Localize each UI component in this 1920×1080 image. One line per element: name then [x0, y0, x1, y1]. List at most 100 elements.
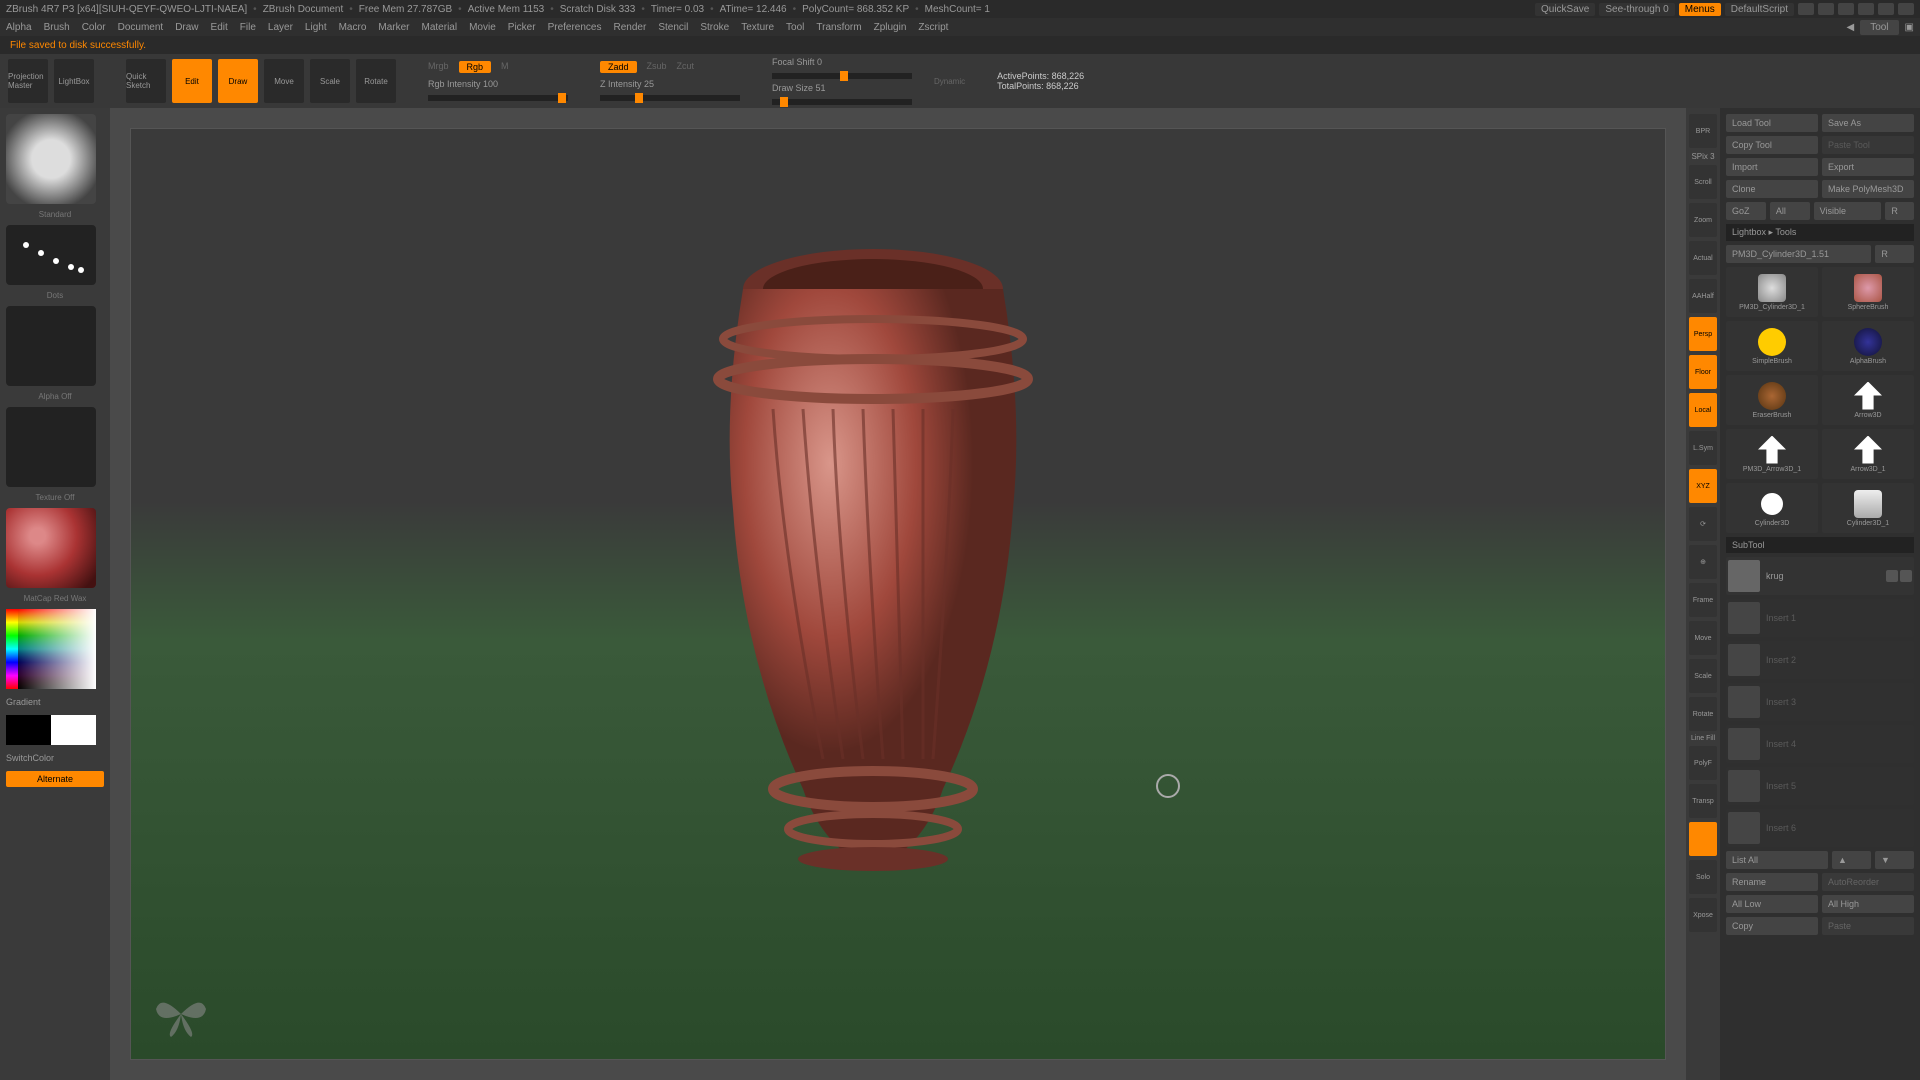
mrgb-toggle[interactable]: Mrgb: [428, 61, 449, 73]
tool-item-cylinder[interactable]: PM3D_Cylinder3D_1: [1726, 267, 1818, 317]
brush-preview[interactable]: [6, 114, 96, 204]
make-polymesh-button[interactable]: Make PolyMesh3D: [1822, 180, 1914, 198]
lsym-button[interactable]: L.Sym: [1689, 431, 1717, 465]
zsub-toggle[interactable]: Zsub: [647, 61, 667, 73]
nav-arrow-button[interactable]: ⟳: [1689, 507, 1717, 541]
scale-view-button[interactable]: Scale: [1689, 659, 1717, 693]
menu-movie[interactable]: Movie: [469, 22, 496, 33]
menu-tool[interactable]: Tool: [786, 22, 804, 33]
close-button[interactable]: [1898, 3, 1914, 15]
subtool-item-krug[interactable]: krug: [1726, 557, 1914, 595]
copy-tool-button[interactable]: Copy Tool: [1726, 136, 1818, 154]
lightbox-tools-header[interactable]: Lightbox ▸ Tools: [1726, 224, 1914, 241]
menu-stroke[interactable]: Stroke: [700, 22, 729, 33]
xyz-button[interactable]: XYZ: [1689, 469, 1717, 503]
move-view-button[interactable]: Move: [1689, 621, 1717, 655]
color-picker[interactable]: [6, 609, 96, 689]
all-low-button[interactable]: All Low: [1726, 895, 1818, 913]
rename-button[interactable]: Rename: [1726, 873, 1818, 891]
tool-item-pm3d-arrow[interactable]: PM3D_Arrow3D_1: [1726, 429, 1818, 479]
subtool-item-2[interactable]: Insert 2: [1726, 641, 1914, 679]
local-button[interactable]: Local: [1689, 393, 1717, 427]
subtool-item-6[interactable]: Insert 6: [1726, 809, 1914, 847]
subtool-item-3[interactable]: Insert 3: [1726, 683, 1914, 721]
tool-item-cylinder3d[interactable]: Cylinder3D: [1726, 483, 1818, 533]
persp-button[interactable]: Persp: [1689, 317, 1717, 351]
frame-button[interactable]: Frame: [1689, 583, 1717, 617]
lightbox-button[interactable]: LightBox: [54, 59, 94, 103]
transp-button[interactable]: Transp: [1689, 784, 1717, 818]
color-swatches[interactable]: [6, 715, 96, 745]
menu-layer[interactable]: Layer: [268, 22, 293, 33]
focal-shift-slider[interactable]: [772, 73, 912, 79]
nav-button-2[interactable]: ⊕: [1689, 545, 1717, 579]
export-button[interactable]: Export: [1822, 158, 1914, 176]
goz-visible-button[interactable]: Visible: [1814, 202, 1882, 220]
edit-mode-button[interactable]: Edit: [172, 59, 212, 103]
dynamesh-button[interactable]: [1689, 822, 1717, 856]
bpr-button[interactable]: BPR: [1689, 114, 1717, 148]
tool-r-button[interactable]: R: [1875, 245, 1914, 263]
subtool-header[interactable]: SubTool: [1726, 537, 1914, 553]
autoreorder-button[interactable]: AutoReorder: [1822, 873, 1914, 891]
menu-stencil[interactable]: Stencil: [658, 22, 688, 33]
m-toggle[interactable]: M: [501, 61, 509, 73]
secondary-color-swatch[interactable]: [6, 715, 51, 745]
quicksketch-button[interactable]: Quick Sketch: [126, 59, 166, 103]
rgb-intensity-slider[interactable]: [428, 95, 568, 101]
zadd-toggle[interactable]: Zadd: [600, 61, 637, 73]
spix-label[interactable]: SPix 3: [1691, 152, 1714, 161]
menu-material[interactable]: Material: [422, 22, 458, 33]
zoom-button[interactable]: Zoom: [1689, 203, 1717, 237]
polyf-button[interactable]: PolyF: [1689, 746, 1717, 780]
solo-button[interactable]: Solo: [1689, 860, 1717, 894]
menu-file[interactable]: File: [240, 22, 256, 33]
tool-item-alphabrush[interactable]: AlphaBrush: [1822, 321, 1914, 371]
menu-render[interactable]: Render: [614, 22, 647, 33]
subtool-down-icon[interactable]: ▼: [1875, 851, 1914, 869]
menu-zscript[interactable]: Zscript: [918, 22, 948, 33]
tool-item-cylinder3d-1[interactable]: Cylinder3D_1: [1822, 483, 1914, 533]
material-preview[interactable]: [6, 508, 96, 588]
tool-item-arrow3d-1[interactable]: Arrow3D_1: [1822, 429, 1914, 479]
primary-color-swatch[interactable]: [51, 715, 96, 745]
z-intensity-slider[interactable]: [600, 95, 740, 101]
menu-marker[interactable]: Marker: [378, 22, 409, 33]
tool-palette-header[interactable]: Tool: [1860, 20, 1898, 35]
menu-alpha[interactable]: Alpha: [6, 22, 32, 33]
stroke-preview[interactable]: [6, 225, 96, 285]
tool-item-spherebrush[interactable]: SphereBrush: [1822, 267, 1914, 317]
actual-button[interactable]: Actual: [1689, 241, 1717, 275]
menu-preferences[interactable]: Preferences: [548, 22, 602, 33]
scale-mode-button[interactable]: Scale: [310, 59, 350, 103]
tool-item-eraserbrush[interactable]: EraserBrush: [1726, 375, 1818, 425]
tool-item-simplebrush[interactable]: SimpleBrush: [1726, 321, 1818, 371]
menus-toggle[interactable]: Menus: [1679, 3, 1721, 16]
load-tool-button[interactable]: Load Tool: [1726, 114, 1818, 132]
viewport[interactable]: [130, 128, 1666, 1060]
default-script[interactable]: DefaultScript: [1725, 3, 1794, 16]
aahalf-button[interactable]: AAHalf: [1689, 279, 1717, 313]
all-high-button[interactable]: All High: [1822, 895, 1914, 913]
minimize-button[interactable]: [1858, 3, 1874, 15]
draw-mode-button[interactable]: Draw: [218, 59, 258, 103]
window-opt-2[interactable]: [1818, 3, 1834, 15]
menu-texture[interactable]: Texture: [741, 22, 774, 33]
current-tool-name[interactable]: PM3D_Cylinder3D_1.51: [1726, 245, 1871, 263]
paste-tool-button[interactable]: Paste Tool: [1822, 136, 1914, 154]
panel-collapse-icon[interactable]: ◀: [1846, 22, 1854, 33]
subtool-up-icon[interactable]: ▲: [1832, 851, 1871, 869]
seethrough-slider[interactable]: See-through 0: [1599, 3, 1674, 16]
clone-button[interactable]: Clone: [1726, 180, 1818, 198]
zcut-toggle[interactable]: Zcut: [677, 61, 695, 73]
quicksave-button[interactable]: QuickSave: [1535, 3, 1595, 16]
floor-button[interactable]: Floor: [1689, 355, 1717, 389]
move-mode-button[interactable]: Move: [264, 59, 304, 103]
menu-macro[interactable]: Macro: [339, 22, 367, 33]
subtool-item-5[interactable]: Insert 5: [1726, 767, 1914, 805]
window-opt-1[interactable]: [1798, 3, 1814, 15]
menu-brush[interactable]: Brush: [44, 22, 70, 33]
save-as-button[interactable]: Save As: [1822, 114, 1914, 132]
subtool-item-1[interactable]: Insert 1: [1726, 599, 1914, 637]
panel-dock-icon[interactable]: ▣: [1905, 22, 1914, 33]
